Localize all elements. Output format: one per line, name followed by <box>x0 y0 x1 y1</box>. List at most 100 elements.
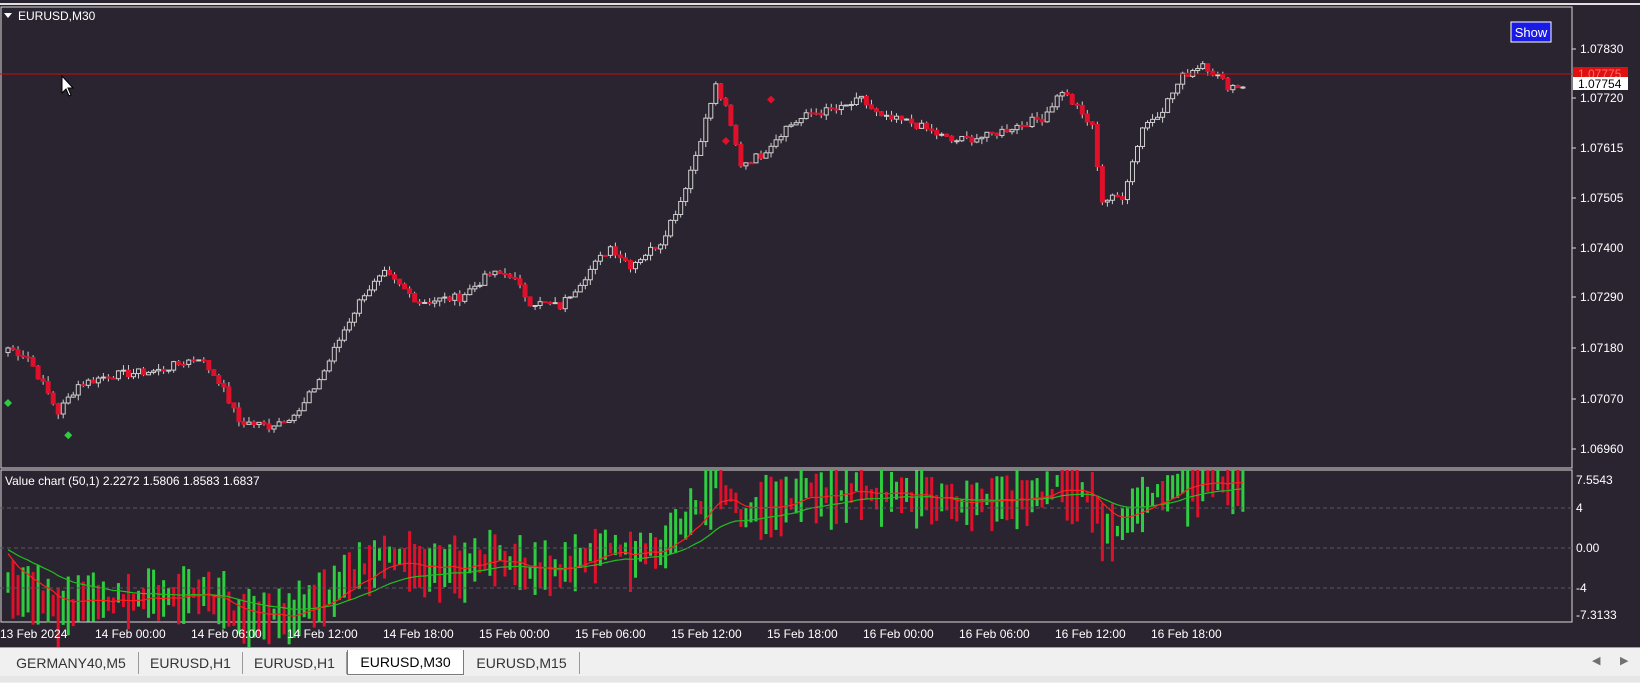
candle <box>407 288 413 295</box>
candle <box>627 260 633 270</box>
indicator-bar <box>1045 471 1049 505</box>
candle <box>597 254 603 262</box>
candle <box>1064 92 1070 96</box>
candle <box>110 377 116 380</box>
indicator-bar <box>393 548 397 571</box>
candle <box>246 421 252 425</box>
indicator-bar <box>413 544 417 588</box>
candle <box>236 407 242 423</box>
candle <box>387 269 393 276</box>
candle <box>858 95 864 99</box>
horizontal-scrollbar[interactable] <box>0 676 1640 682</box>
tab-eurusd-m15[interactable]: EURUSD,M15 <box>464 652 580 674</box>
candle <box>141 368 147 376</box>
candle <box>1235 84 1241 89</box>
indicator-bar <box>674 509 678 554</box>
price-tick: 1.07070 <box>1580 392 1624 406</box>
candle <box>1024 125 1030 128</box>
indicator-bar <box>1005 475 1009 521</box>
indicator-bar <box>177 573 181 625</box>
indicator-bar <box>900 477 904 514</box>
indicator-bar <box>533 542 537 595</box>
indicator-bar <box>864 485 868 500</box>
price-tick: 1.07400 <box>1580 241 1624 255</box>
candle <box>703 117 709 143</box>
candle <box>191 359 197 362</box>
indicator-bar <box>377 548 381 561</box>
candle <box>105 376 111 379</box>
indicator-bar <box>6 572 10 593</box>
candle <box>582 279 588 286</box>
indicator-bar <box>804 478 808 499</box>
chart-canvas[interactable]: EURUSD,M30 Show Value chart (50,1) 2.227… <box>0 0 1640 647</box>
indicator-bar <box>357 542 361 590</box>
indicator-bar <box>1176 473 1180 498</box>
candle <box>5 347 11 354</box>
candle <box>527 296 533 307</box>
tab-scroll-right-icon[interactable]: ▶ <box>1620 654 1628 667</box>
candle <box>1104 199 1110 203</box>
candle <box>557 302 563 310</box>
candle <box>863 95 869 106</box>
indicator-bar <box>1181 470 1185 494</box>
tab-eurusd-h1-2[interactable]: EURUSD,H1 <box>243 652 347 674</box>
indicator-bar <box>714 470 718 489</box>
signal-diamond <box>4 399 12 408</box>
show-button-label: Show <box>1515 25 1548 40</box>
candle <box>125 369 131 378</box>
indicator-bar <box>503 550 507 577</box>
candle <box>60 402 66 415</box>
tab-eurusd-m30[interactable]: EURUSD,M30 <box>347 650 464 675</box>
candle <box>1180 72 1186 85</box>
indicator-bar <box>347 552 351 601</box>
candle <box>622 257 628 262</box>
candle <box>65 396 71 404</box>
indicator-bar <box>829 470 833 530</box>
candle <box>698 141 704 156</box>
time-tick: 15 Feb 12:00 <box>671 627 742 641</box>
candle <box>356 299 362 314</box>
candle <box>131 373 136 378</box>
indicator-bar <box>1120 508 1124 540</box>
tab-eurusd-h1[interactable]: EURUSD,H1 <box>139 652 243 674</box>
candle <box>562 297 568 310</box>
candle <box>231 402 237 409</box>
indicator-bar <box>398 548 402 566</box>
indicator-bar <box>603 529 607 560</box>
indicator-bar <box>1025 480 1029 527</box>
candle <box>587 268 593 281</box>
indicator-bar <box>337 571 341 601</box>
candle <box>1165 98 1171 113</box>
candle <box>974 138 980 143</box>
symbol-label: EURUSD,M30 <box>18 9 96 23</box>
indicator-bar <box>834 470 838 524</box>
collapse-triangle-icon[interactable] <box>4 13 12 18</box>
indicator-bar <box>473 538 477 582</box>
candle <box>1230 84 1236 91</box>
indicator-bar <box>613 534 617 556</box>
indicator-bar <box>513 543 517 586</box>
chart-window[interactable]: EURUSD,M30 Show Value chart (50,1) 2.227… <box>0 0 1640 647</box>
indicator-bar <box>799 470 803 522</box>
candle <box>467 288 473 296</box>
indicator-bar <box>1035 478 1039 507</box>
indicator-bar <box>583 547 587 573</box>
indicator-bar <box>332 565 336 617</box>
tab-scroll-left-icon[interactable]: ◀ <box>1592 654 1600 667</box>
candle <box>261 421 267 425</box>
indicator-bar <box>654 537 658 569</box>
indicator-tick: -7.3133 <box>1576 608 1617 622</box>
indicator-bar <box>809 482 813 497</box>
candle <box>462 294 468 302</box>
indicator-bar <box>317 572 321 623</box>
tab-germany40-m5[interactable]: GERMANY40,M5 <box>4 652 139 674</box>
indicator-tick: 4 <box>1576 501 1583 515</box>
indicator-bar <box>925 477 929 511</box>
indicator-bar <box>935 494 939 521</box>
indicator-bar <box>41 590 45 614</box>
indicator-bar <box>1095 496 1099 524</box>
indicator-bar <box>523 557 527 590</box>
candle <box>1049 106 1055 113</box>
candle <box>1155 116 1161 120</box>
indicator-bar <box>212 594 216 615</box>
